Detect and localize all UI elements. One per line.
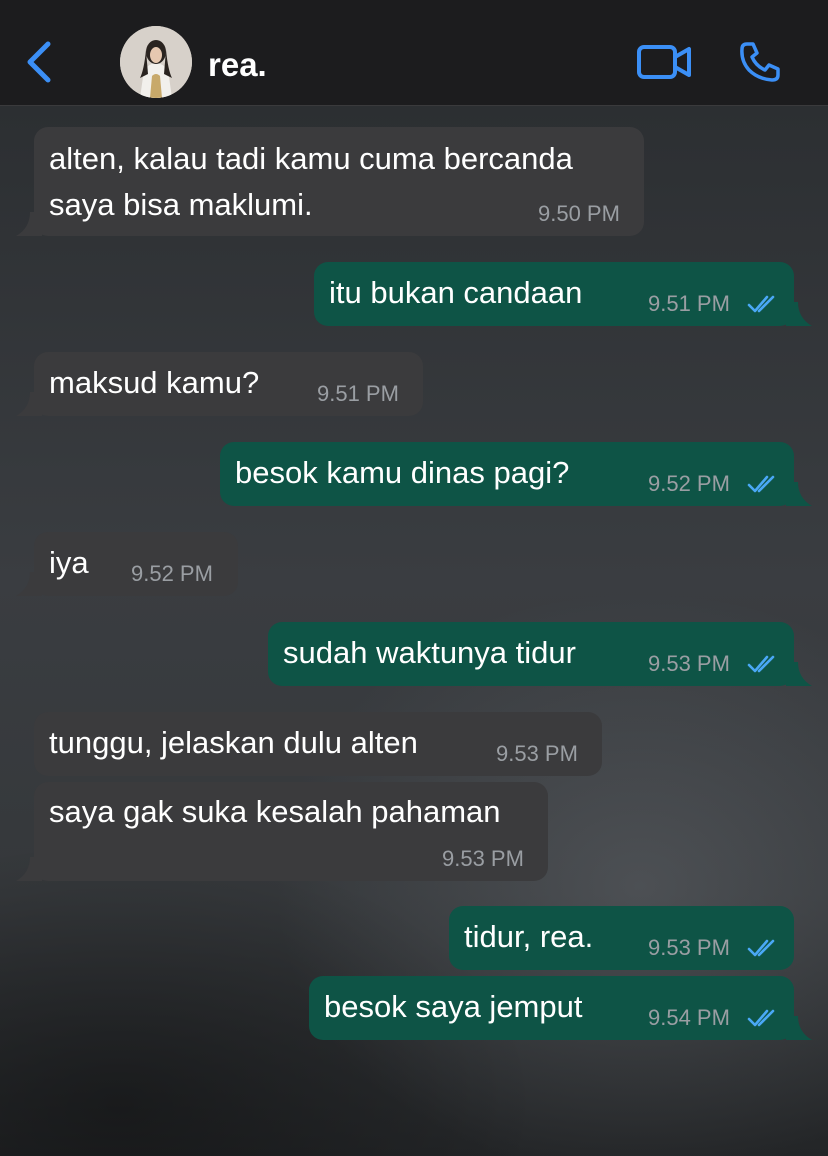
bubble-tail: [16, 392, 42, 416]
message-time: 9.53 PM: [496, 741, 578, 766]
bubble-tail: [786, 1016, 812, 1040]
message-time: 9.53 PM: [648, 651, 730, 676]
message-text: saya gak suka kesalah pahaman: [49, 794, 501, 829]
read-receipt-icon: [747, 475, 775, 493]
message-bubble-outgoing[interactable]: sudah waktunya tidur 9.53 PM: [268, 622, 812, 686]
message-text: itu bukan candaan: [329, 275, 583, 310]
message-time: 9.53 PM: [648, 935, 730, 960]
message-text: saya bisa maklumi.: [49, 187, 313, 222]
bubble-tail: [16, 212, 42, 236]
contact-name[interactable]: rea.: [208, 46, 267, 84]
message-text: iya: [49, 545, 89, 580]
bubble-tail: [786, 662, 812, 686]
read-receipt-icon: [747, 1009, 775, 1027]
read-receipt-icon: [747, 939, 775, 957]
message-bubble-incoming[interactable]: alten, kalau tadi kamu cuma bercanda say…: [16, 127, 644, 236]
avatar[interactable]: [120, 26, 192, 98]
message-time: 9.53 PM: [442, 846, 524, 871]
read-receipt-icon: [747, 655, 775, 673]
message-text: alten, kalau tadi kamu cuma bercanda: [49, 141, 573, 176]
message-bubble-incoming[interactable]: maksud kamu? 9.51 PM: [16, 352, 423, 416]
message-bubble-outgoing[interactable]: itu bukan candaan 9.51 PM: [314, 262, 812, 326]
chevron-left-icon[interactable]: [22, 38, 56, 86]
message-text: maksud kamu?: [49, 365, 260, 400]
read-receipt-icon: [747, 295, 775, 313]
message-time: 9.52 PM: [648, 471, 730, 496]
message-text: sudah waktunya tidur: [283, 635, 576, 670]
message-time: 9.51 PM: [648, 291, 730, 316]
bubble-tail: [16, 572, 42, 596]
message-text: besok kamu dinas pagi?: [235, 455, 570, 490]
message-bubble-outgoing[interactable]: besok kamu dinas pagi? 9.52 PM: [220, 442, 812, 506]
message-text: tunggu, jelaskan dulu alten: [49, 725, 418, 760]
message-time: 9.50 PM: [538, 201, 620, 226]
video-camera-icon[interactable]: [636, 42, 692, 82]
bubble-tail: [786, 302, 812, 326]
message-time: 9.54 PM: [648, 1005, 730, 1030]
bubble-tail: [786, 482, 812, 506]
chat-header: rea.: [0, 0, 828, 106]
message-bubble-outgoing[interactable]: tidur, rea. 9.53 PM: [449, 906, 794, 970]
message-text: besok saya jemput: [324, 989, 583, 1024]
message-bubble-incoming[interactable]: saya gak suka kesalah pahaman 9.53 PM: [16, 782, 548, 881]
bubble-tail: [16, 857, 42, 881]
message-bubble-incoming[interactable]: iya 9.52 PM: [16, 532, 238, 596]
message-bubble-incoming[interactable]: tunggu, jelaskan dulu alten 9.53 PM: [34, 712, 602, 776]
message-bubble-outgoing[interactable]: besok saya jemput 9.54 PM: [309, 976, 812, 1040]
phone-icon[interactable]: [738, 40, 782, 84]
message-time: 9.51 PM: [317, 381, 399, 406]
message-time: 9.52 PM: [131, 561, 213, 586]
message-text: tidur, rea.: [464, 919, 594, 954]
